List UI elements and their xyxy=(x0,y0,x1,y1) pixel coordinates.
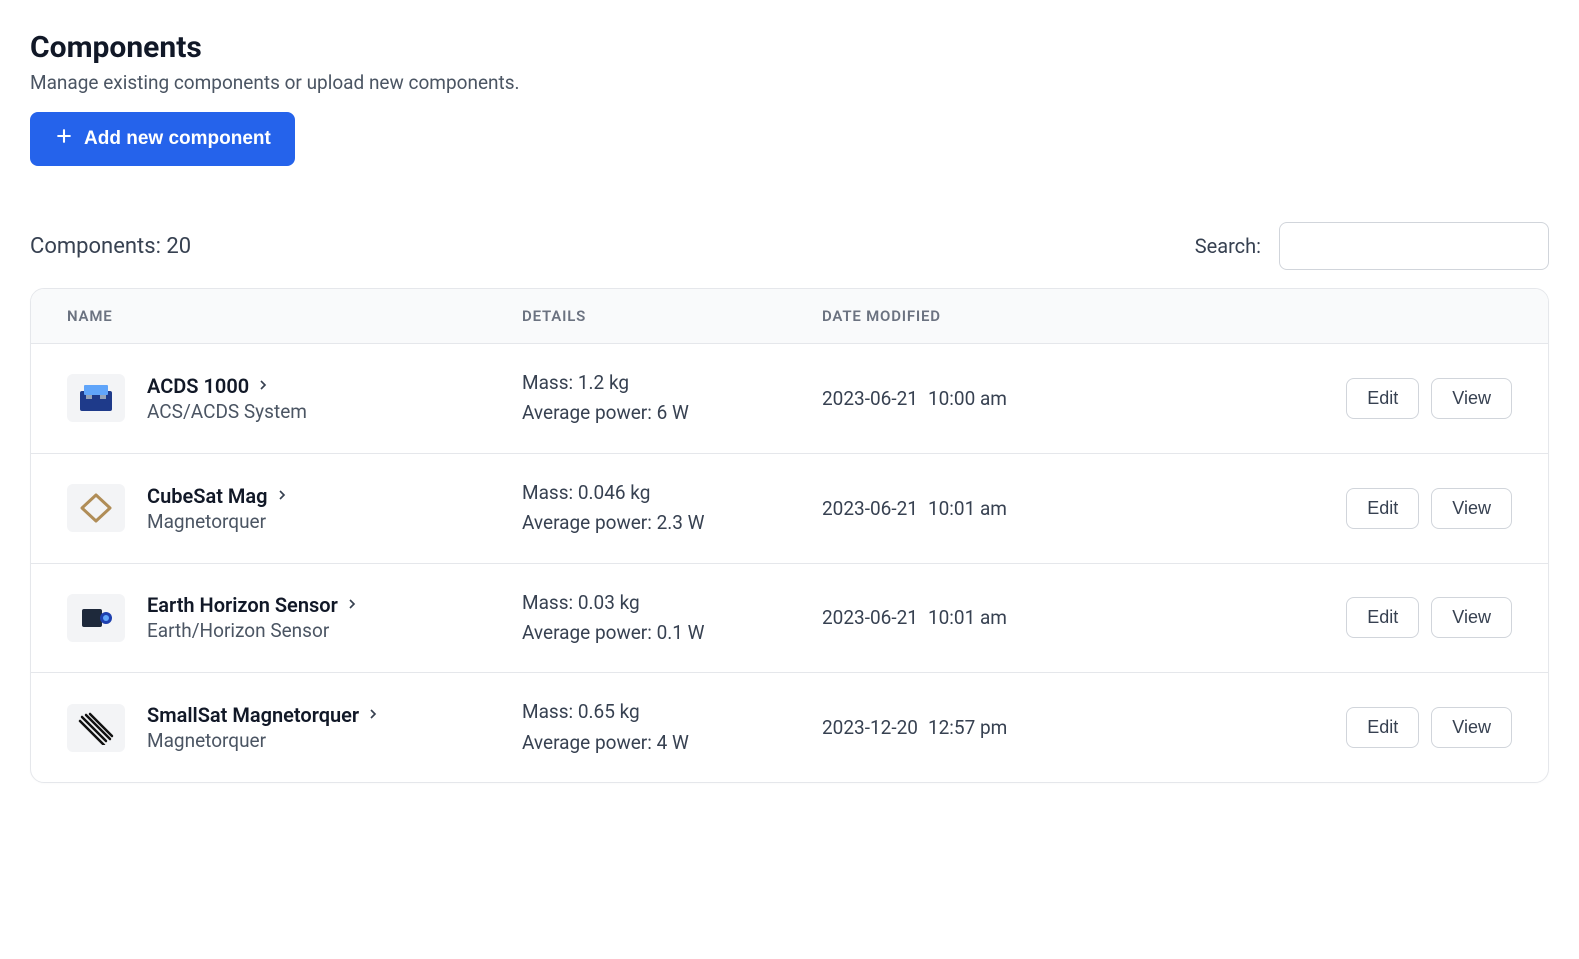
component-power: Average power: 2.3 W xyxy=(522,508,822,538)
search-input[interactable] xyxy=(1279,222,1549,270)
component-date-modified: 2023-06-2110:00 am xyxy=(822,387,1292,410)
component-name: CubeSat Mag xyxy=(147,484,268,508)
component-name-link[interactable]: SmallSat Magnetorquer xyxy=(147,703,381,727)
component-name-link[interactable]: Earth Horizon Sensor xyxy=(147,593,360,617)
component-name: SmallSat Magnetorquer xyxy=(147,703,359,727)
table-row: ACDS 1000 ACS/ACDS System Mass: 1.2 kg A… xyxy=(31,344,1548,454)
plus-icon xyxy=(54,126,74,152)
components-table: NAME DETAILS DATE MODIFIED ACDS 1000 ACS… xyxy=(30,288,1549,783)
chevron-right-icon xyxy=(344,593,360,617)
component-thumbnail-icon xyxy=(67,704,125,752)
column-details: DETAILS xyxy=(522,307,822,325)
component-date-modified: 2023-06-2110:01 am xyxy=(822,606,1292,629)
component-mass: Mass: 0.046 kg xyxy=(522,478,822,508)
edit-button[interactable]: Edit xyxy=(1346,597,1419,638)
table-row: Earth Horizon Sensor Earth/Horizon Senso… xyxy=(31,564,1548,674)
component-power: Average power: 6 W xyxy=(522,398,822,428)
component-category: ACS/ACDS System xyxy=(147,400,307,423)
component-name: ACDS 1000 xyxy=(147,374,249,398)
column-name: NAME xyxy=(67,307,522,325)
table-header: NAME DETAILS DATE MODIFIED xyxy=(31,289,1548,344)
component-category: Magnetorquer xyxy=(147,729,381,752)
component-name-link[interactable]: ACDS 1000 xyxy=(147,374,307,398)
column-actions xyxy=(1292,307,1512,325)
component-category: Earth/Horizon Sensor xyxy=(147,619,360,642)
view-button[interactable]: View xyxy=(1431,378,1512,419)
component-thumbnail-icon xyxy=(67,484,125,532)
component-power: Average power: 4 W xyxy=(522,728,822,758)
component-name: Earth Horizon Sensor xyxy=(147,593,338,617)
view-button[interactable]: View xyxy=(1431,707,1512,748)
view-button[interactable]: View xyxy=(1431,597,1512,638)
component-date-modified: 2023-12-2012:57 pm xyxy=(822,716,1292,739)
table-row: CubeSat Mag Magnetorquer Mass: 0.046 kg … xyxy=(31,454,1548,564)
component-category: Magnetorquer xyxy=(147,510,290,533)
components-count: Components: 20 xyxy=(30,234,191,259)
chevron-right-icon xyxy=(365,703,381,727)
component-name-link[interactable]: CubeSat Mag xyxy=(147,484,290,508)
component-thumbnail-icon xyxy=(67,374,125,422)
component-mass: Mass: 0.65 kg xyxy=(522,697,822,727)
page-subtitle: Manage existing components or upload new… xyxy=(30,71,1549,94)
search-label: Search: xyxy=(1195,234,1261,258)
edit-button[interactable]: Edit xyxy=(1346,707,1419,748)
chevron-right-icon xyxy=(274,484,290,508)
edit-button[interactable]: Edit xyxy=(1346,488,1419,529)
component-mass: Mass: 0.03 kg xyxy=(522,588,822,618)
chevron-right-icon xyxy=(255,374,271,398)
page-title: Components xyxy=(30,30,1549,65)
component-mass: Mass: 1.2 kg xyxy=(522,368,822,398)
component-power: Average power: 0.1 W xyxy=(522,618,822,648)
component-date-modified: 2023-06-2110:01 am xyxy=(822,497,1292,520)
view-button[interactable]: View xyxy=(1431,488,1512,529)
column-date: DATE MODIFIED xyxy=(822,307,1292,325)
edit-button[interactable]: Edit xyxy=(1346,378,1419,419)
component-thumbnail-icon xyxy=(67,594,125,642)
add-component-label: Add new component xyxy=(84,128,271,150)
table-row: SmallSat Magnetorquer Magnetorquer Mass:… xyxy=(31,673,1548,782)
add-component-button[interactable]: Add new component xyxy=(30,112,295,166)
